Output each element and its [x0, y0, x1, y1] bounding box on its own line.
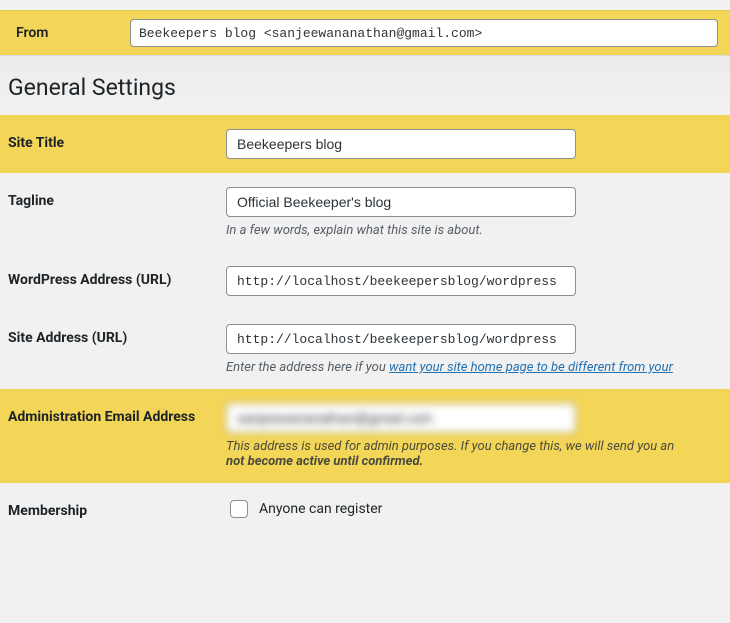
site-url-desc: Enter the address here if you want your … [226, 360, 722, 375]
tagline-label: Tagline [8, 187, 226, 209]
site-title-label: Site Title [8, 129, 226, 151]
membership-field: Anyone can register [226, 497, 722, 521]
membership-checkbox[interactable] [230, 500, 248, 518]
wp-url-label: WordPress Address (URL) [8, 266, 226, 288]
from-input-wrapper [130, 19, 718, 47]
site-title-input[interactable] [226, 129, 576, 159]
admin-email-desc: This address is used for admin purposes.… [226, 439, 722, 469]
wp-url-field [226, 266, 722, 296]
tagline-desc: In a few words, explain what this site i… [226, 223, 722, 238]
site-url-desc-link[interactable]: want your site home page to be different… [389, 360, 673, 375]
site-url-input[interactable] [226, 324, 576, 354]
from-bar: From [0, 10, 730, 55]
page-header: General Settings [0, 55, 730, 115]
site-title-field [226, 129, 722, 159]
site-url-field: Enter the address here if you want your … [226, 324, 722, 375]
admin-email-desc-strong: not become active until confirmed. [226, 454, 423, 469]
membership-label: Membership [8, 497, 226, 519]
row-site-url: Site Address (URL) Enter the address her… [0, 310, 730, 389]
tagline-field: In a few words, explain what this site i… [226, 187, 722, 238]
row-wp-url: WordPress Address (URL) [0, 252, 730, 310]
site-url-desc-prefix: Enter the address here if you [226, 360, 389, 375]
membership-checkbox-label: Anyone can register [259, 501, 382, 517]
admin-email-field: This address is used for admin purposes.… [226, 403, 722, 469]
admin-email-desc-prefix: This address is used for admin purposes.… [226, 439, 674, 454]
row-admin-email: Administration Email Address This addres… [0, 389, 730, 483]
tagline-input[interactable] [226, 187, 576, 217]
row-tagline: Tagline In a few words, explain what thi… [0, 173, 730, 252]
row-membership: Membership Anyone can register [0, 483, 730, 539]
from-input[interactable] [130, 19, 718, 47]
admin-email-input[interactable] [226, 403, 576, 433]
page-title: General Settings [8, 74, 730, 109]
admin-email-label: Administration Email Address [8, 403, 226, 425]
from-label: From [12, 25, 130, 41]
membership-checkbox-row: Anyone can register [226, 497, 722, 521]
row-site-title: Site Title [0, 115, 730, 173]
site-url-label: Site Address (URL) [8, 324, 226, 346]
wp-url-input[interactable] [226, 266, 576, 296]
